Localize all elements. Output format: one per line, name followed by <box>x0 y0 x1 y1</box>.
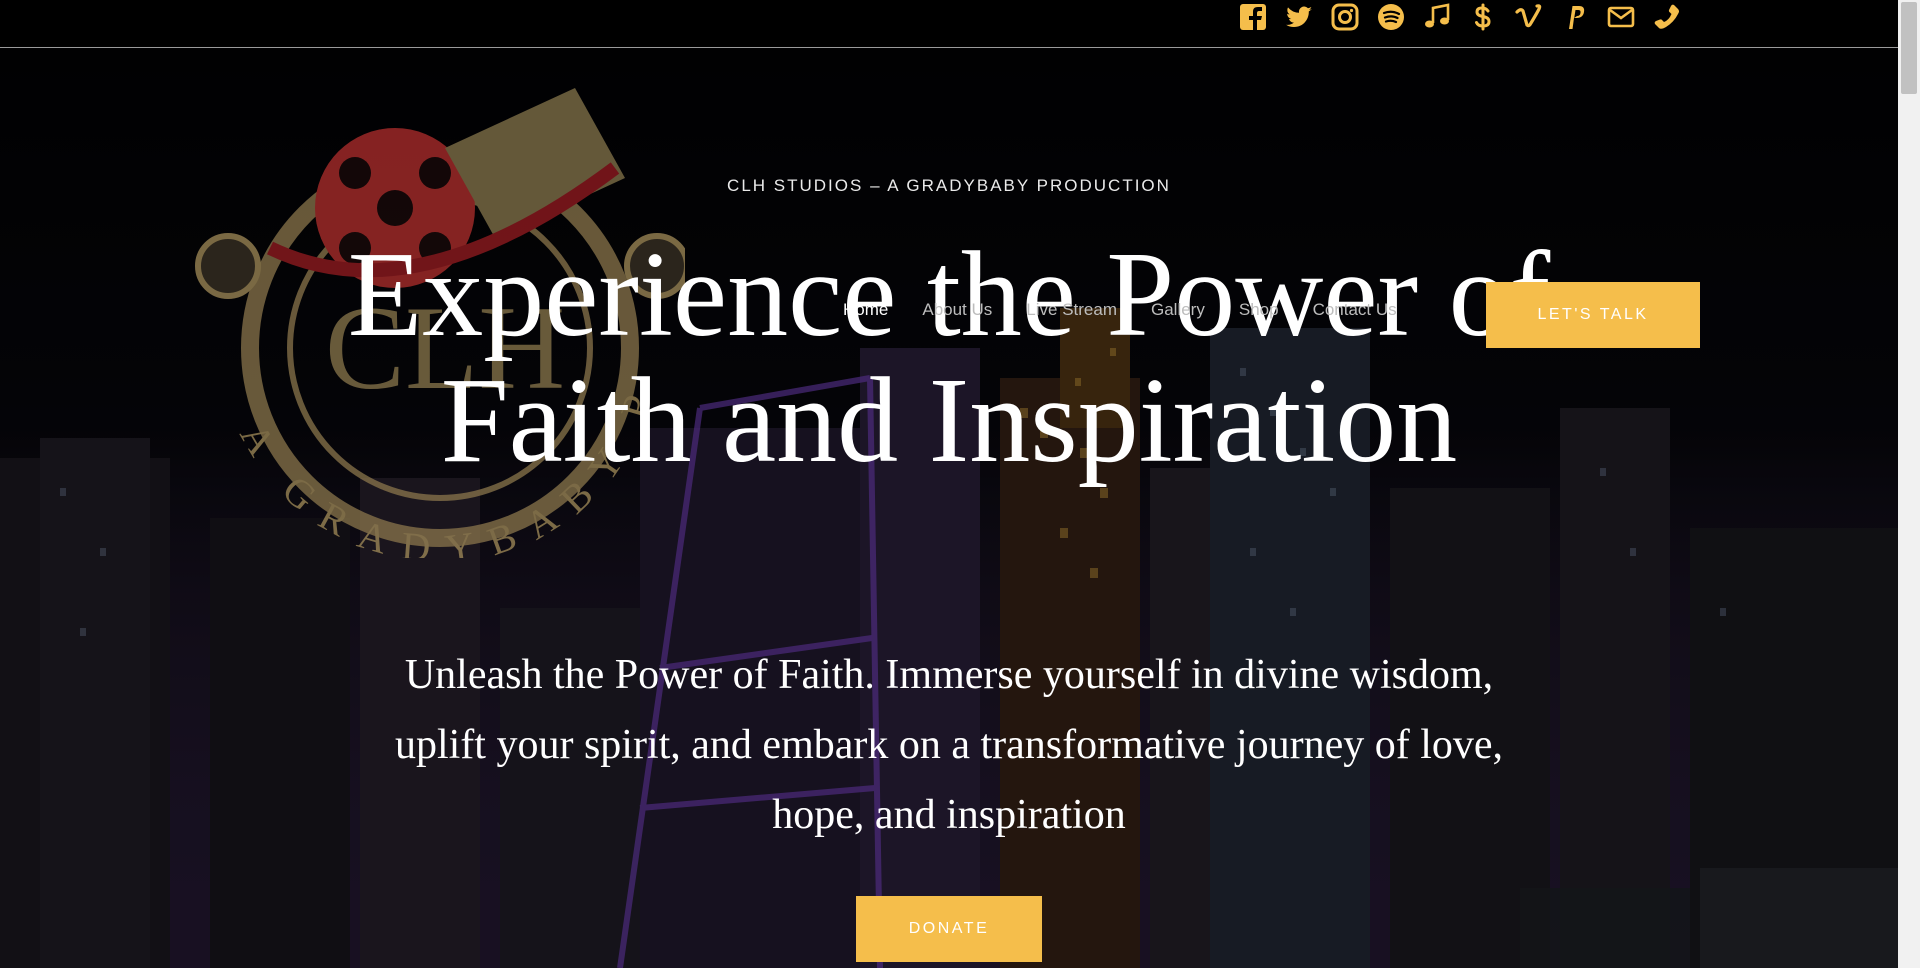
phone-icon[interactable] <box>1653 3 1681 31</box>
facebook-icon[interactable] <box>1239 3 1267 31</box>
donate-button[interactable]: DONATE <box>856 896 1042 962</box>
hero-subheading: Unleash the Power of Faith. Immerse your… <box>394 652 1504 838</box>
music-icon[interactable] <box>1423 3 1451 31</box>
hero-eyebrow: CLH STUDIOS – A GRADYBABY PRODUCTION <box>727 176 1171 195</box>
top-bar <box>0 0 1898 48</box>
twitter-icon[interactable] <box>1285 3 1313 31</box>
lets-talk-button[interactable]: LET'S TALK <box>1486 282 1700 348</box>
vimeo-icon[interactable] <box>1515 3 1543 31</box>
social-links <box>1239 0 1681 34</box>
scrollbar-thumb[interactable] <box>1901 2 1917 94</box>
nav-item-about-us[interactable]: About Us <box>905 300 1009 320</box>
dollar-icon[interactable] <box>1469 3 1497 31</box>
main-nav: Home About Us Live Stream Gallery Shop C… <box>826 300 1414 320</box>
nav-item-live-stream[interactable]: Live Stream <box>1009 300 1134 320</box>
nav-item-contact-us[interactable]: Contact Us <box>1296 300 1414 320</box>
paypal-icon[interactable] <box>1561 3 1589 31</box>
email-icon[interactable] <box>1607 3 1635 31</box>
spotify-icon[interactable] <box>1377 3 1405 31</box>
instagram-icon[interactable] <box>1331 3 1359 31</box>
nav-item-gallery[interactable]: Gallery <box>1134 300 1222 320</box>
page-scrollbar[interactable] <box>1898 0 1920 968</box>
page: CLH A GRADYBABY PRODUCTION <box>0 0 1920 968</box>
nav-item-shop[interactable]: Shop <box>1222 300 1296 320</box>
hero-headline: Experience the Power of Faith and Inspir… <box>347 227 1551 488</box>
nav-item-home[interactable]: Home <box>826 300 905 320</box>
